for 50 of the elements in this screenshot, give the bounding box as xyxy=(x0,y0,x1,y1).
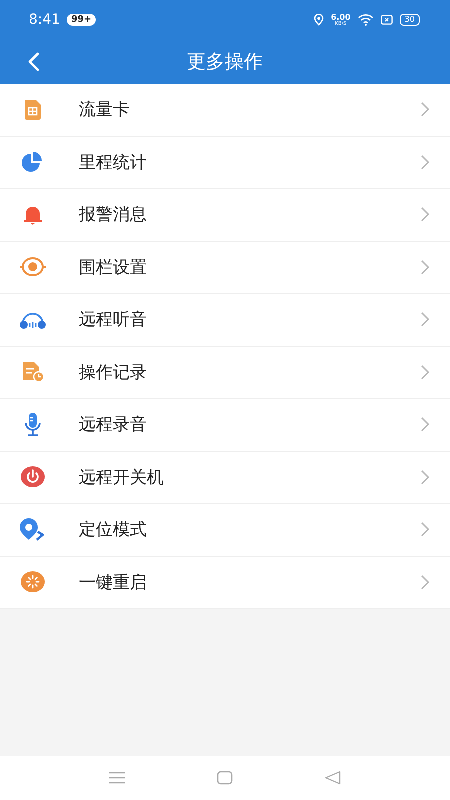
wifi-icon xyxy=(358,14,374,26)
menu-item[interactable]: 流量卡 xyxy=(0,84,450,136)
sim-card-icon xyxy=(25,100,41,120)
network-speed: 6.00 xyxy=(331,14,351,22)
battery-level: 30 xyxy=(400,14,420,26)
pie-chart-icon xyxy=(21,152,45,172)
page-title: 更多操作 xyxy=(186,50,264,75)
menu-item-label: 远程开关机 xyxy=(79,466,165,489)
home-icon[interactable] xyxy=(217,771,233,785)
menu-item-label: 围栏设置 xyxy=(79,256,148,279)
menu-item-label: 流量卡 xyxy=(79,99,131,122)
power-icon xyxy=(21,466,45,488)
menu-item[interactable]: 围栏设置 xyxy=(0,242,450,294)
microphone-icon xyxy=(24,412,42,437)
menu-item-label: 远程录音 xyxy=(79,414,148,436)
chevron-right-icon xyxy=(421,417,430,432)
sim-icon xyxy=(380,15,393,25)
status-time: 8:41 xyxy=(29,12,60,28)
chevron-right-icon xyxy=(421,470,430,485)
menu-item[interactable]: 远程听音 xyxy=(0,294,450,346)
document-clock-icon xyxy=(21,361,45,384)
menu-item-label: 报警消息 xyxy=(79,204,148,226)
location-icon xyxy=(314,14,324,26)
chevron-right-icon xyxy=(421,154,430,170)
menu-item[interactable]: 定位模式 xyxy=(0,504,450,556)
menu-item-label: 远程听音 xyxy=(79,309,148,332)
menu-item-label: 定位模式 xyxy=(79,519,148,542)
menu-item[interactable]: 一键重启 xyxy=(0,556,450,609)
chevron-right-icon xyxy=(421,207,430,222)
chevron-right-icon xyxy=(421,364,430,380)
menu-icon[interactable] xyxy=(109,772,125,784)
menu-item[interactable]: 里程统计 xyxy=(0,136,450,189)
menu-item-label: 操作记录 xyxy=(79,362,148,384)
menu-item[interactable]: 操作记录 xyxy=(0,346,450,399)
restart-icon xyxy=(21,571,45,594)
menu-item[interactable]: 远程开关机 xyxy=(0,452,450,504)
location-pin-icon xyxy=(19,518,47,542)
chevron-right-icon xyxy=(421,522,430,538)
chevron-right-icon xyxy=(421,260,430,275)
chevron-right-icon xyxy=(421,312,430,328)
menu-item-label: 一键重启 xyxy=(79,572,148,594)
back-icon xyxy=(28,52,40,72)
menu-item[interactable]: 远程录音 xyxy=(0,399,450,452)
chevron-right-icon xyxy=(421,102,430,118)
target-icon xyxy=(20,256,46,278)
notification-badge: 99+ xyxy=(67,14,96,26)
menu-item-label: 里程统计 xyxy=(79,152,148,174)
chevron-right-icon xyxy=(421,574,430,590)
back-nav-icon[interactable] xyxy=(325,771,341,785)
menu-item[interactable]: 报警消息 xyxy=(0,189,450,242)
